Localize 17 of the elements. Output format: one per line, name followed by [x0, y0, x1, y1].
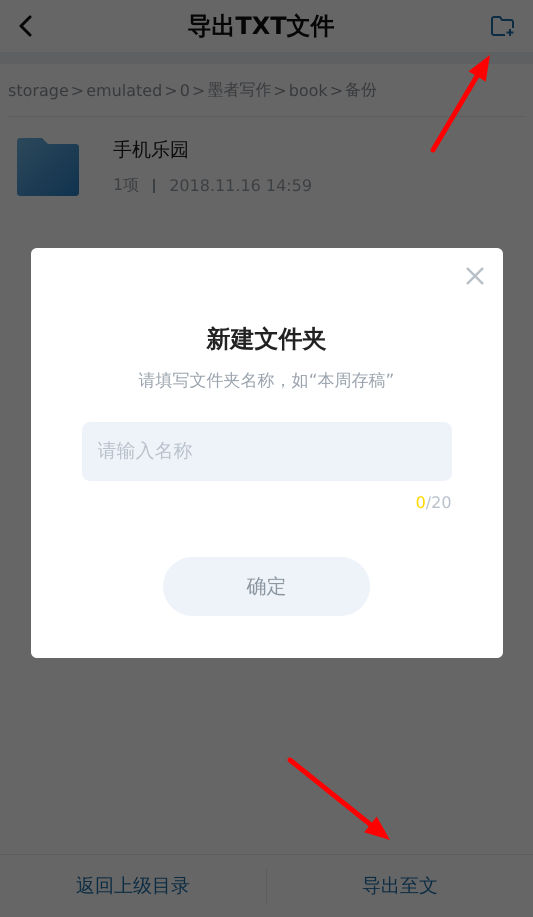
- confirm-button[interactable]: 确定: [163, 556, 370, 616]
- close-icon[interactable]: [464, 266, 484, 286]
- folder-icon: [17, 138, 79, 196]
- path-separator: >: [164, 80, 178, 100]
- page-title: 导出TXT文件: [187, 11, 335, 42]
- footer-button[interactable]: 导出至文: [267, 861, 533, 911]
- character-counter: 0/20: [416, 492, 452, 512]
- new-folder-icon[interactable]: [490, 14, 516, 38]
- dialog-title: 新建文件夹: [206, 324, 326, 354]
- path-separator: >: [70, 80, 84, 100]
- dialog-hint: 请填写文件夹名称，如“本周存稿”: [138, 370, 394, 392]
- footer-button[interactable]: 返回上级目录: [0, 861, 266, 911]
- back-icon[interactable]: [18, 15, 32, 37]
- path-separator: >: [273, 80, 287, 100]
- folder-name[interactable]: 手机乐园: [113, 137, 312, 163]
- path-separator: >: [330, 80, 344, 100]
- path-separator: >: [192, 80, 206, 100]
